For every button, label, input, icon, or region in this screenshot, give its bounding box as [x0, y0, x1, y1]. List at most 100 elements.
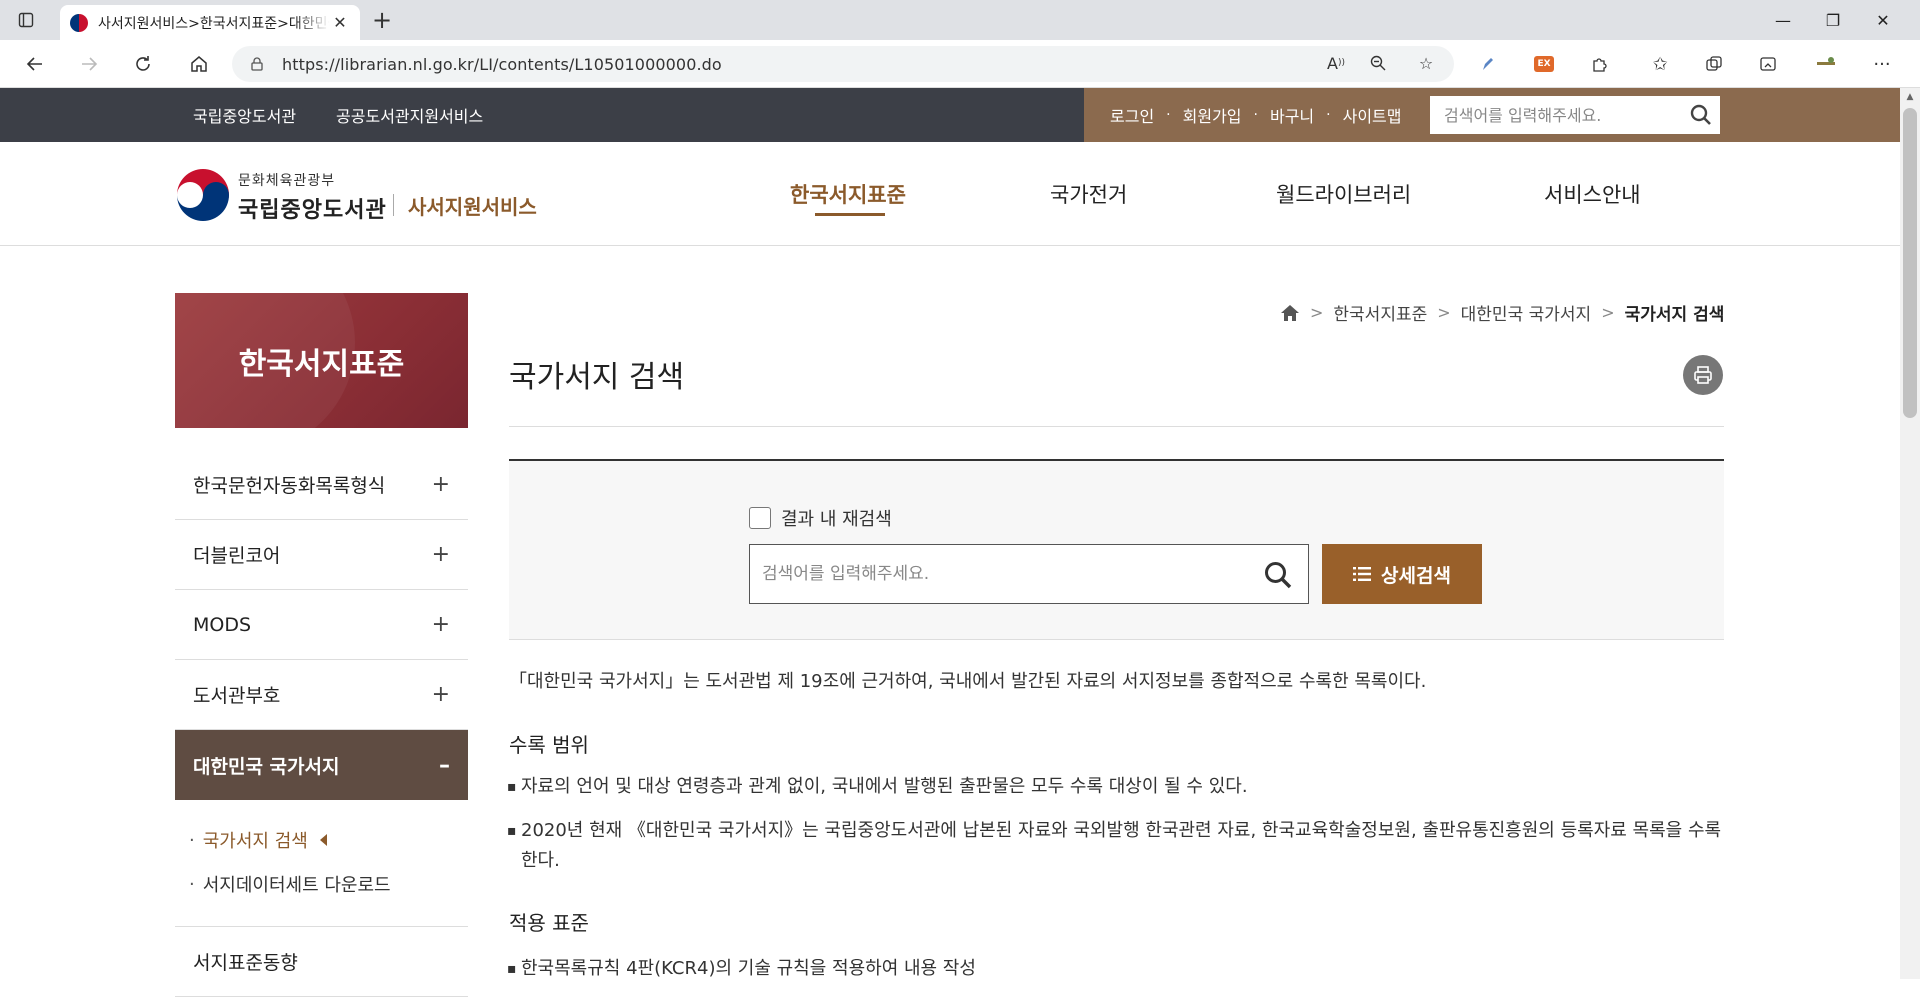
- login-link[interactable]: 로그인: [1110, 103, 1154, 127]
- bullet-text: 자료의 언어 및 대상 연령층과 관계 없이, 국내에서 발행된 출판물은 모두…: [521, 776, 1248, 797]
- screenshot-icon[interactable]: [1754, 50, 1782, 78]
- submenu-label: 서지데이터세트 다운로드: [202, 875, 391, 896]
- sidebar-item-label: 도서관부호: [193, 685, 281, 707]
- sidebar-item-library-code[interactable]: 도서관부호 +: [175, 660, 468, 730]
- tab-close-icon[interactable]: ✕: [330, 13, 350, 33]
- research-checkbox[interactable]: [749, 507, 771, 529]
- logo-text[interactable]: 문화체육관광부 국립중앙도서관: [238, 170, 387, 224]
- breadcrumb-current: 국가서지 검색: [1624, 305, 1725, 325]
- breadcrumb-separator-icon: >: [1310, 303, 1324, 322]
- restore-button[interactable]: ❐: [1810, 0, 1856, 40]
- top-search-input[interactable]: [1444, 105, 1684, 125]
- minimize-button[interactable]: —: [1760, 0, 1806, 40]
- breadcrumb-item[interactable]: 한국서지표준: [1333, 300, 1427, 325]
- main-search-input[interactable]: [762, 564, 1242, 584]
- submenu-label: 국가서지 검색: [202, 831, 308, 852]
- forward-button[interactable]: [72, 48, 106, 80]
- sidebar-submenu: · 국가서지 검색 · 서지데이터세트 다운로드: [175, 800, 468, 927]
- advanced-search-button[interactable]: 상세검색: [1322, 544, 1482, 604]
- section-title-scope: 수록 범위: [509, 733, 589, 757]
- breadcrumb-item[interactable]: 대한민국 국가서지: [1461, 300, 1592, 325]
- sidebar-item-standard-trends[interactable]: 서지표준동향: [175, 927, 468, 997]
- more-menu-icon[interactable]: ···: [1868, 50, 1896, 78]
- nav-national-authority[interactable]: 국가전거: [1050, 142, 1130, 246]
- bullet-text: 한국목록규칙 4판(KCR4)의 기술 규칙을 적용하여 내용 작성: [521, 958, 976, 979]
- sidebar-item-label: 더블린코어: [193, 545, 281, 567]
- new-tab-button[interactable]: +: [368, 7, 396, 35]
- print-button[interactable]: [1683, 355, 1723, 395]
- zoom-icon[interactable]: [1364, 49, 1392, 77]
- refresh-icon: [136, 56, 150, 71]
- bullet-square-icon: ▪: [507, 823, 517, 839]
- page-title: 국가서지 검색: [509, 360, 685, 395]
- logo-title: 국립중앙도서관: [238, 198, 387, 223]
- extension-ex-icon[interactable]: EX: [1530, 50, 1558, 78]
- expand-plus-icon: +: [431, 612, 450, 637]
- site-header: 문화체육관광부 국립중앙도서관 사서지원서비스 한국서지표준 국가전거 월드라이…: [0, 142, 1900, 246]
- refresh-button[interactable]: [126, 48, 160, 80]
- sidebar-item-mods[interactable]: MODS +: [175, 590, 468, 660]
- submenu-dataset-download[interactable]: · 서지데이터세트 다운로드: [189, 862, 468, 906]
- home-icon[interactable]: [1280, 304, 1300, 322]
- tab-title: 사서지원서비스>한국서지표준>대한민국 국가서지>국가서지 검색: [98, 15, 330, 32]
- breadcrumb-separator-icon: >: [1437, 303, 1451, 322]
- browser-toolbar: https://librarian.nl.go.kr/LI/contents/L…: [0, 40, 1920, 88]
- main-search-box: [749, 544, 1309, 604]
- favorite-add-icon[interactable]: ☆: [1412, 49, 1440, 77]
- home-icon: [191, 56, 207, 72]
- sidebar-item-national-bibliography[interactable]: 대한민국 국가서지 –: [175, 730, 468, 800]
- home-button[interactable]: [182, 48, 216, 80]
- lock-icon: [251, 57, 263, 71]
- title-divider: [509, 426, 1724, 427]
- site-favicon-icon: [70, 13, 88, 32]
- favorites-icon[interactable]: ✩: [1646, 50, 1674, 78]
- site-utility-bar: 국립중앙도서관 공공도서관지원서비스 로그인 · 회원가입 · 바구니 · 사이…: [0, 88, 1900, 142]
- menu-separator: ·: [1166, 107, 1171, 123]
- search-icon[interactable]: [1688, 102, 1714, 128]
- expand-plus-icon: +: [431, 682, 450, 707]
- link-public-library-support[interactable]: 공공도서관지원서비스: [336, 103, 483, 127]
- list-item: ▪ 2020년 현재 《대한민국 국가서지》는 국립중앙도서관에 납본된 자료와…: [507, 816, 1722, 876]
- sitemap-link[interactable]: 사이트맵: [1343, 103, 1402, 127]
- advanced-search-label: 상세검색: [1381, 564, 1451, 587]
- nav-service-info[interactable]: 서비스안내: [1544, 142, 1644, 246]
- read-aloud-icon[interactable]: A)): [1322, 49, 1350, 77]
- tab-actions-icon: [18, 12, 34, 28]
- section-title-standard: 적용 표준: [509, 911, 589, 935]
- back-button[interactable]: [18, 48, 52, 80]
- close-window-button[interactable]: ✕: [1860, 0, 1906, 40]
- scroll-up-arrow-icon[interactable]: ▲: [1905, 92, 1915, 102]
- basket-link[interactable]: 바구니: [1270, 103, 1314, 127]
- sidebar-item-dublin-core[interactable]: 더블린코어 +: [175, 520, 468, 590]
- bullet-dot: ·: [189, 829, 195, 851]
- submenu-national-bib-search[interactable]: · 국가서지 검색: [189, 818, 468, 862]
- profile-avatar-icon[interactable]: [1812, 50, 1840, 78]
- scrollbar-thumb[interactable]: [1903, 108, 1917, 418]
- search-icon[interactable]: [1262, 559, 1294, 591]
- address-bar[interactable]: https://librarian.nl.go.kr/LI/contents/L…: [232, 46, 1454, 82]
- link-national-library[interactable]: 국립중앙도서관: [193, 103, 296, 127]
- collections-icon[interactable]: [1700, 50, 1728, 78]
- sidebar-item-label: 서지표준동향: [193, 952, 298, 974]
- main-navigation: 한국서지표준 국가전거 월드라이브러리 서비스안내: [790, 142, 1644, 246]
- list-item: ▪ 자료의 언어 및 대상 연령층과 관계 없이, 국내에서 발행된 출판물은 …: [507, 772, 1722, 802]
- bullet-dot: ·: [189, 873, 195, 895]
- browser-tab[interactable]: 사서지원서비스>한국서지표준>대한민국 국가서지>국가서지 검색 ✕: [60, 5, 360, 40]
- sidebar-item-kormarc[interactable]: 한국문헌자동화목록형식 +: [175, 450, 468, 520]
- extensions-puzzle-icon[interactable]: [1586, 50, 1614, 78]
- intro-text: 「대한민국 국가서지」는 도서관법 제 19조에 근거하여, 국내에서 발간된 …: [509, 671, 1427, 692]
- signup-link[interactable]: 회원가입: [1183, 103, 1242, 127]
- service-name[interactable]: 사서지원서비스: [408, 191, 537, 220]
- back-arrow-icon: [26, 57, 42, 71]
- url-text: https://librarian.nl.go.kr/LI/contents/L…: [282, 54, 722, 74]
- extension-pen-icon[interactable]: [1474, 50, 1502, 78]
- active-indicator-icon: [319, 834, 327, 846]
- nav-korean-bib-standard[interactable]: 한국서지표준: [790, 142, 910, 246]
- nav-world-library[interactable]: 월드라이브러리: [1276, 142, 1416, 246]
- research-within-results[interactable]: 결과 내 재검색: [749, 505, 892, 531]
- bullet-text: 2020년 현재 《대한민국 국가서지》는 국립중앙도서관에 납본된 자료와 국…: [521, 820, 1722, 871]
- tab-actions-button[interactable]: [12, 6, 40, 34]
- search-panel: 결과 내 재검색 상세검색: [509, 459, 1724, 640]
- bullet-square-icon: ▪: [507, 961, 517, 977]
- government-logo-icon[interactable]: [174, 166, 232, 224]
